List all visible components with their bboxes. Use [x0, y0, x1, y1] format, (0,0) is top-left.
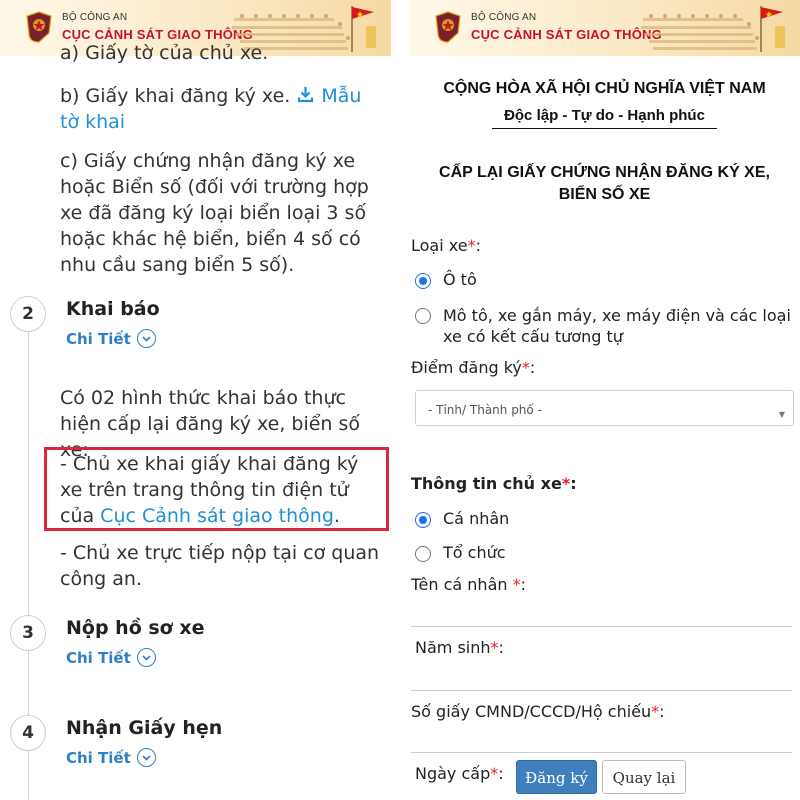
step-number: 4: [10, 715, 46, 751]
radio-vehicle-car[interactable]: Ô tô: [415, 270, 477, 289]
step-title-nhan-giay-hen: Nhận Giấy hẹn: [66, 717, 223, 739]
radio-button[interactable]: [415, 308, 431, 324]
banner-org: BỘ CÔNG AN: [471, 12, 537, 23]
name-input[interactable]: [411, 626, 792, 627]
form-title-line-2: BIỂN SỐ XE: [558, 186, 651, 203]
csgt-website-link[interactable]: Cục Cảnh sát giao thông: [100, 505, 334, 527]
radio-vehicle-motorbike[interactable]: Mô tô, xe gắn máy, xe máy điện và các lo…: [415, 305, 799, 347]
declaration-option-online: - Chủ xe khai giấy khai đăng ký xe trên …: [60, 451, 380, 529]
vehicle-type-label: Loại xe*:: [411, 236, 481, 255]
issue-date-label: Ngày cấp*:: [415, 764, 504, 783]
form-title-line-1: CẤP LẠI GIẤY CHỨNG NHẬN ĐĂNG KÝ XE,: [439, 164, 770, 181]
issue-date-label-text: Ngày cấp: [415, 764, 491, 783]
banner-dept: CỤC CẢNH SÁT GIAO THÔNG: [471, 27, 662, 42]
download-icon: [298, 87, 314, 103]
police-emblem-icon: [435, 11, 461, 43]
police-emblem-icon: [26, 11, 52, 43]
required-mark: *: [561, 474, 571, 493]
name-label-text: Tên cá nhân: [411, 575, 513, 594]
radio-button-selected[interactable]: [415, 273, 431, 289]
site-banner: BỘ CÔNG AN CỤC CẢNH SÁT GIAO THÔNG: [409, 0, 800, 56]
document-item-b-text: b) Giấy khai đăng ký xe.: [60, 85, 291, 107]
step-number: 3: [10, 615, 46, 651]
birth-year-input[interactable]: [411, 690, 792, 691]
dropdown-arrow-icon: ▼: [778, 410, 785, 419]
step-detail-label: Chi Tiết: [66, 748, 131, 767]
motto-underline: [492, 128, 717, 129]
radio-label: Cá nhân: [443, 509, 510, 528]
required-mark: *: [651, 702, 660, 721]
radio-label: Ô tô: [443, 270, 477, 289]
step-number: 2: [10, 296, 46, 332]
back-button[interactable]: Quay lại: [602, 760, 686, 794]
right-panel: BỘ CÔNG AN CỤC CẢNH SÁT GIAO THÔNG CỘNG …: [409, 0, 800, 800]
id-number-input[interactable]: [411, 752, 792, 753]
required-mark: *: [490, 764, 499, 783]
step-detail-toggle[interactable]: Chi Tiết: [66, 648, 156, 667]
form-title: CẤP LẠI GIẤY CHỨNG NHẬN ĐĂNG KÝ XE, BIỂN…: [409, 162, 800, 206]
required-mark: *: [521, 358, 530, 377]
declaration-option-offline: - Chủ xe trực tiếp nộp tại cơ quan công …: [60, 542, 380, 590]
option-online-suffix: .: [333, 505, 340, 527]
step-detail-label: Chi Tiết: [66, 648, 131, 667]
nation-motto: Độc lập - Tự do - Hạnh phúc: [504, 107, 705, 124]
chevron-down-icon: [136, 648, 156, 667]
document-item-a: a) Giấy tờ của chủ xe.: [60, 42, 269, 64]
timeline-line: [28, 750, 29, 800]
step-detail-label: Chi Tiết: [66, 329, 131, 348]
name-label: Tên cá nhân *:: [411, 575, 526, 594]
owner-info-label: Thông tin chủ xe*:: [411, 474, 577, 493]
radio-label: Tổ chức: [443, 543, 506, 562]
nation-heading: CỘNG HÒA XÃ HỘI CHỦ NGHĨA VIỆT NAM: [443, 80, 766, 97]
register-button[interactable]: Đăng ký: [516, 760, 597, 794]
birth-year-label-text: Năm sinh: [415, 638, 491, 657]
radio-button[interactable]: [415, 546, 431, 562]
required-mark: *: [467, 236, 476, 255]
required-mark: *: [490, 638, 499, 657]
timeline-line: [28, 650, 29, 715]
flag-icon: [760, 6, 785, 52]
id-number-label: Số giấy CMND/CCCD/Hộ chiếu*:: [411, 702, 665, 721]
step-detail-toggle[interactable]: Chi Tiết: [66, 329, 156, 348]
step-title-khai-bao: Khai báo: [66, 298, 160, 320]
vehicle-type-label-text: Loại xe: [411, 236, 468, 255]
step-detail-toggle[interactable]: Chi Tiết: [66, 748, 156, 767]
id-number-label-text: Số giấy CMND/CCCD/Hộ chiếu: [411, 702, 652, 721]
radio-label: Mô tô, xe gắn máy, xe máy điện và các lo…: [443, 306, 791, 346]
chevron-down-icon: [136, 329, 156, 348]
owner-info-label-text: Thông tin chủ xe: [411, 474, 562, 493]
birth-year-label: Năm sinh*:: [415, 638, 504, 657]
province-select-value: - Tỉnh/ Thành phố -: [428, 403, 542, 417]
radio-owner-organization[interactable]: Tổ chức: [415, 543, 506, 562]
required-mark: *: [512, 575, 521, 594]
left-panel: BỘ CÔNG AN CỤC CẢNH SÁT GIAO THÔNG a) Gi…: [0, 0, 391, 800]
chevron-down-icon: [136, 748, 156, 767]
step-title-nop-ho-so: Nộp hồ sơ xe: [66, 617, 205, 639]
register-point-label: Điểm đăng ký*:: [411, 358, 536, 377]
banner-org: BỘ CÔNG AN: [62, 12, 128, 23]
radio-owner-individual[interactable]: Cá nhân: [415, 509, 509, 528]
document-item-c: c) Giấy chứng nhận đăng ký xe hoặc Biển …: [60, 150, 369, 276]
radio-button-selected[interactable]: [415, 512, 431, 528]
register-point-label-text: Điểm đăng ký: [411, 358, 522, 377]
screenshot-canvas: BỘ CÔNG AN CỤC CẢNH SÁT GIAO THÔNG a) Gi…: [0, 0, 800, 800]
document-item-b: b) Giấy khai đăng ký xe. Mẫu tờ khai: [60, 83, 380, 135]
province-select[interactable]: - Tỉnh/ Thành phố - ▼: [415, 390, 794, 426]
panel-divider: [391, 0, 409, 800]
timeline-line: [28, 330, 29, 620]
